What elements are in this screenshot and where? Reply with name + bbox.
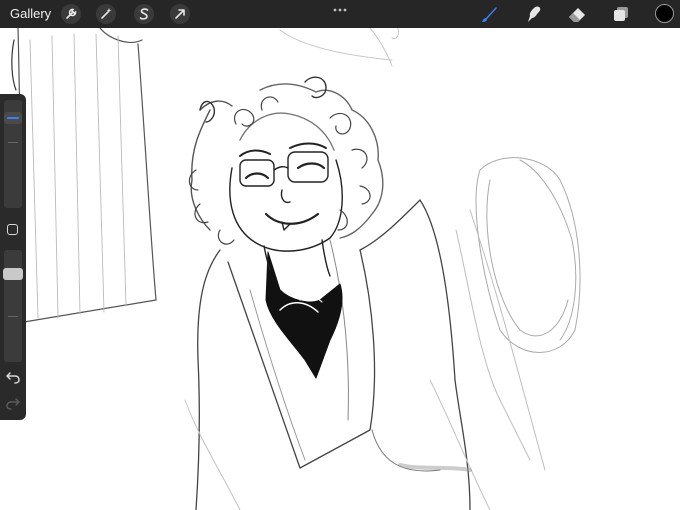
layers-icon[interactable] <box>610 3 632 25</box>
transform-arrow-icon[interactable] <box>169 3 191 25</box>
modify-button[interactable] <box>7 224 18 235</box>
selection-s-icon[interactable] <box>133 3 155 25</box>
smudge-icon[interactable] <box>522 3 544 25</box>
magic-wand-icon[interactable] <box>95 3 117 25</box>
gallery-button[interactable]: Gallery <box>10 6 51 21</box>
brush-size-thumb[interactable] <box>4 111 22 124</box>
color-picker-swatch[interactable] <box>655 4 674 23</box>
more-options-icon[interactable] <box>331 2 349 12</box>
eraser-icon[interactable] <box>566 3 588 25</box>
left-sidebar <box>0 94 26 420</box>
drawing-canvas[interactable] <box>0 0 680 510</box>
undo-icon[interactable] <box>5 370 21 384</box>
redo-icon[interactable] <box>5 396 21 410</box>
opacity-thumb[interactable] <box>3 268 23 280</box>
brush-icon[interactable] <box>478 3 500 25</box>
wrench-icon[interactable] <box>60 3 82 25</box>
opacity-slider[interactable] <box>4 250 22 362</box>
top-toolbar: Gallery <box>0 0 680 28</box>
